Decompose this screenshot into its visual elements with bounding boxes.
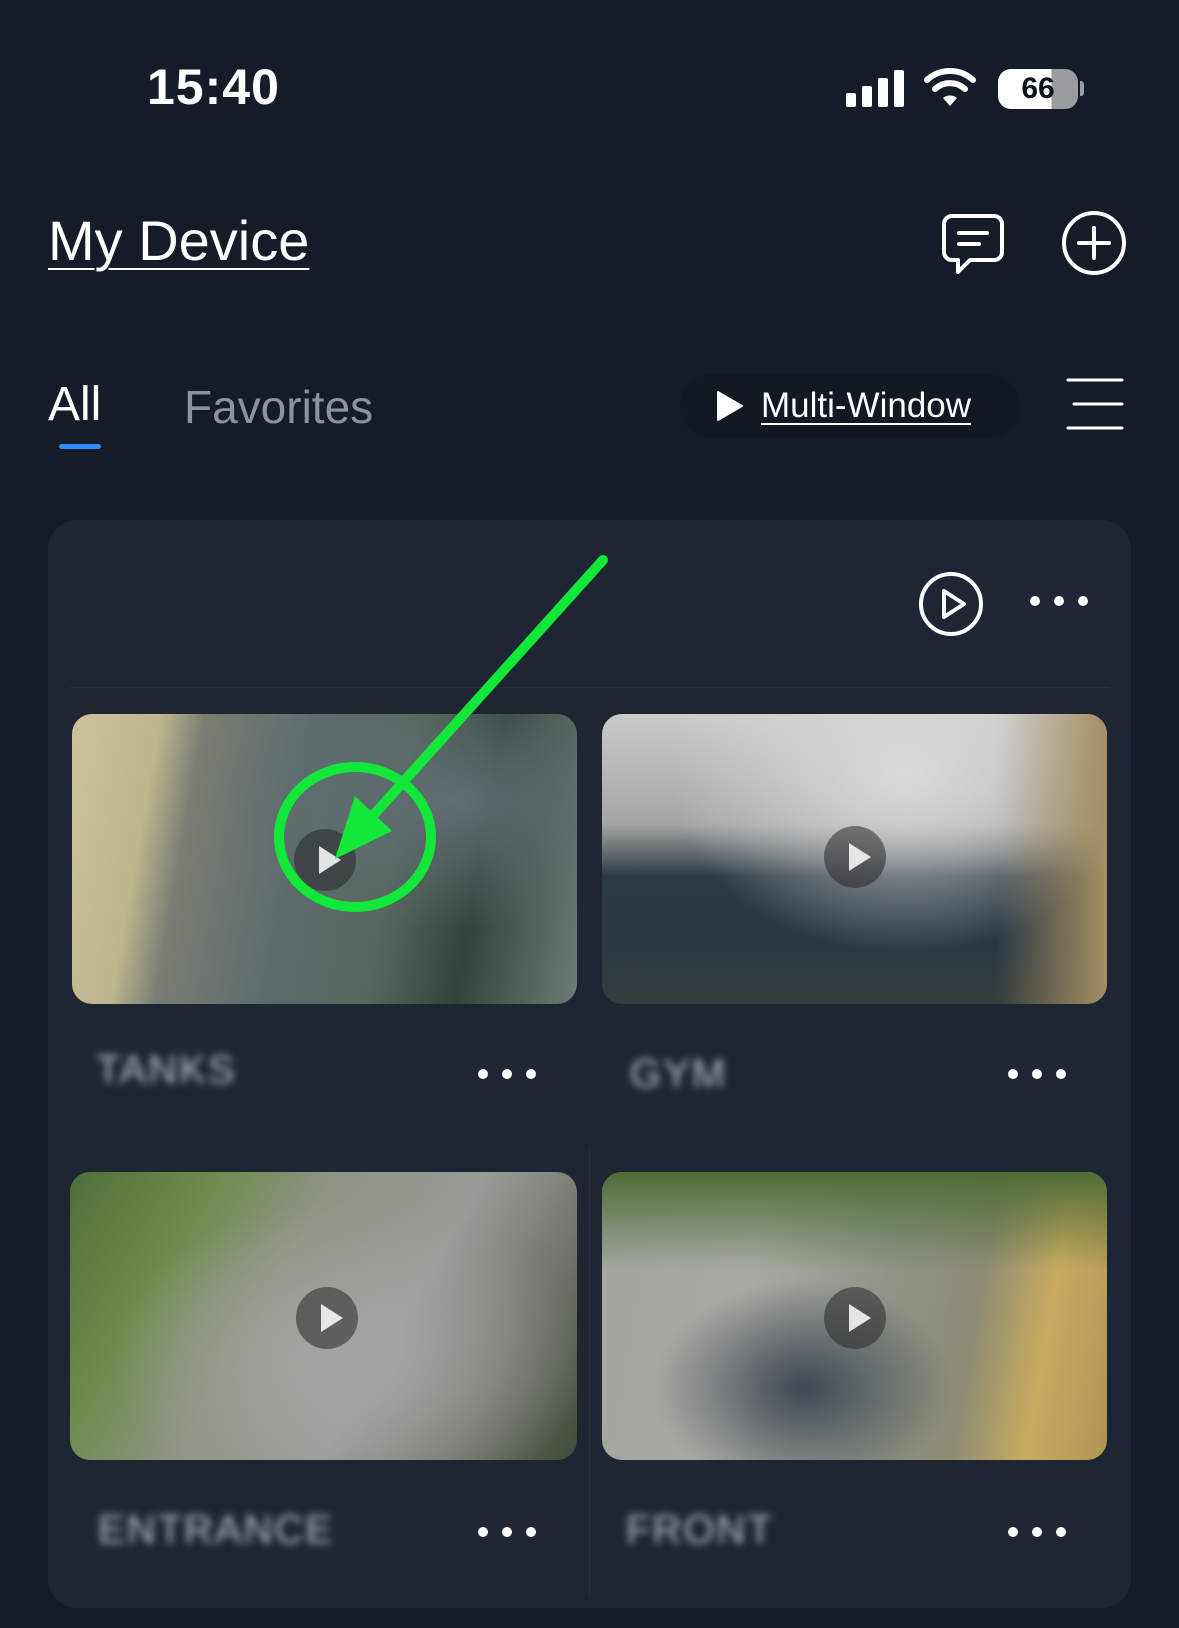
annotation-arrow-icon [274,555,608,912]
annotation-overlay [274,555,608,912]
